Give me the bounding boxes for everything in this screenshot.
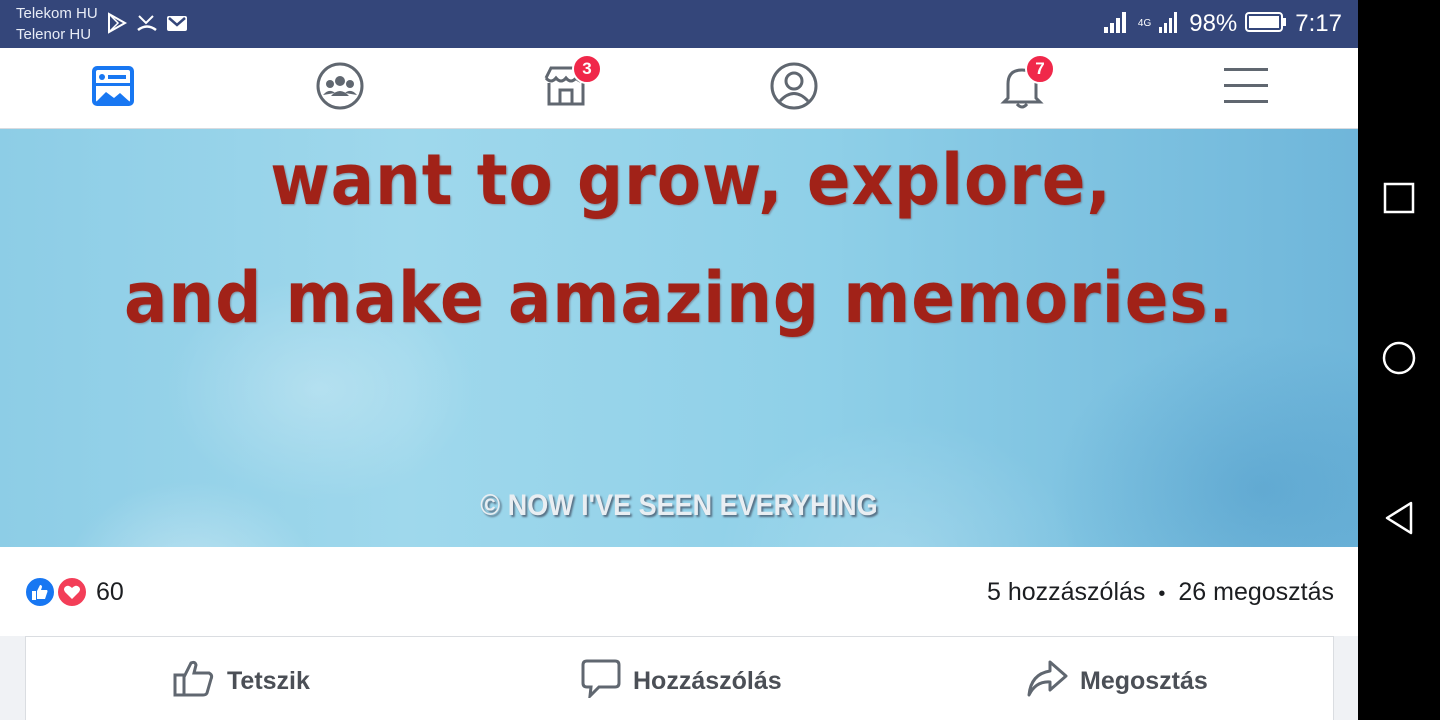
android-navigation-bar	[1358, 0, 1440, 720]
gmail-icon	[166, 12, 188, 39]
comment-icon	[581, 658, 621, 705]
notifications-badge: 7	[1025, 54, 1055, 84]
recent-apps-button[interactable]	[1381, 182, 1417, 218]
signal-icon-2	[1159, 11, 1181, 38]
news-feed-icon	[90, 64, 136, 113]
like-label: Tetszik	[227, 666, 310, 695]
network-type: 4G	[1137, 18, 1152, 29]
signal-icon	[1103, 11, 1130, 38]
news-feed-tab[interactable]	[89, 64, 137, 112]
circle-icon	[1382, 341, 1416, 380]
clock: 7:17	[1295, 10, 1342, 37]
share-count[interactable]: 26 megosztás	[1178, 578, 1334, 606]
love-reaction-icon[interactable]	[56, 576, 88, 608]
post-stats: 5 hozzászólás • 26 megosztás	[987, 578, 1334, 607]
top-nav-bar: 3 7	[0, 48, 1358, 129]
marketplace-badge: 3	[572, 54, 602, 84]
reaction-count[interactable]: 60	[96, 578, 124, 607]
share-label: Megosztás	[1080, 666, 1208, 695]
home-button[interactable]	[1381, 341, 1417, 380]
comment-label: Hozzászólás	[633, 666, 782, 695]
comment-button[interactable]: Hozzászólás	[581, 659, 782, 703]
post-image[interactable]: want to grow, explore, and make amazing …	[0, 129, 1358, 547]
profile-tab[interactable]	[770, 62, 818, 115]
stats-separator: •	[1158, 583, 1166, 605]
groups-icon	[316, 62, 364, 115]
battery-percent: 98%	[1189, 10, 1238, 37]
share-button[interactable]: Megosztás	[1026, 659, 1208, 703]
menu-icon	[1222, 64, 1270, 113]
share-arrow-icon	[1026, 658, 1068, 705]
comment-count[interactable]: 5 hozzászólás	[987, 578, 1145, 606]
carrier-1: Telekom HU	[16, 5, 98, 22]
like-button[interactable]: Tetszik	[173, 659, 310, 703]
like-reaction-icon[interactable]	[24, 576, 56, 608]
menu-tab[interactable]	[1222, 64, 1270, 112]
square-icon	[1383, 182, 1415, 219]
battery-icon	[1245, 11, 1287, 38]
phone-screen: Telekom HU Telenor HU 4G 98% 7:17 3 7 wa…	[0, 0, 1358, 720]
groups-tab[interactable]	[316, 62, 364, 115]
back-button[interactable]	[1381, 501, 1417, 540]
image-credit: © NOW I'VE SEEN EVERYHING	[480, 489, 878, 522]
status-bar: Telekom HU Telenor HU 4G 98% 7:17	[0, 0, 1358, 48]
carrier-2: Telenor HU	[16, 26, 92, 43]
quote-line-1: want to grow, explore,	[270, 139, 1112, 221]
post-action-bar: Tetszik Hozzászólás Megosztás	[25, 636, 1334, 720]
missed-call-icon	[136, 12, 158, 39]
play-store-icon	[106, 12, 128, 39]
thumbs-up-icon	[173, 657, 215, 706]
profile-icon	[770, 62, 818, 115]
back-triangle-icon	[1383, 501, 1415, 540]
reactions-row: 60 5 hozzászólás • 26 megosztás	[0, 547, 1358, 636]
quote-line-2: and make amazing memories.	[124, 257, 1234, 339]
